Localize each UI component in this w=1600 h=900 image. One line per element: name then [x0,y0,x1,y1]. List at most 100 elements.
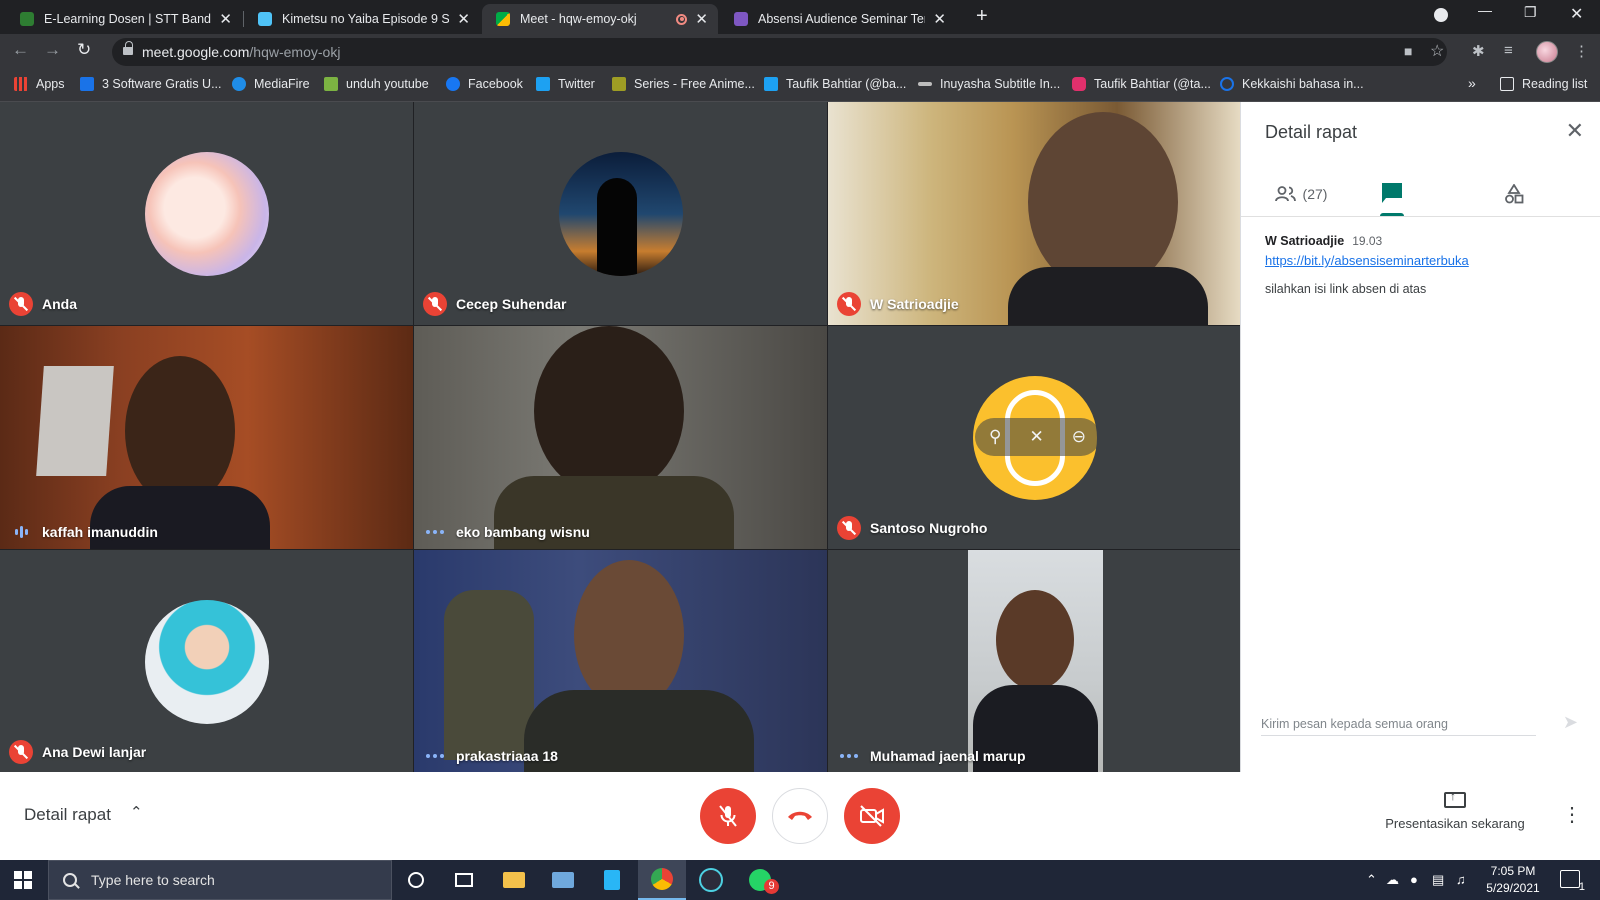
clock-time: 7:05 PM [1490,864,1536,878]
network-icon[interactable]: ▤ [1432,872,1444,888]
bookmarks-overflow-button[interactable]: » [1468,75,1476,91]
task-view-icon[interactable] [440,860,488,900]
bookmark-item[interactable]: Kekkaishi bahasa in... [1220,77,1364,91]
windows-start-icon[interactable] [14,871,32,889]
bookmark-star-icon[interactable]: ☆ [1430,41,1444,61]
bookmark-item[interactable]: Taufik Bahtiar (@ba... [764,77,906,91]
minimize-icon[interactable]: — [1478,2,1492,18]
chevron-up-icon[interactable]: ⌃ [130,803,143,821]
bookmark-item[interactable]: Series - Free Anime... [612,77,755,91]
reload-icon[interactable]: ↻ [77,40,91,60]
address-bar[interactable]: meet.google.com/hqw-emoy-okj ■ ☆ [112,38,1447,66]
leave-call-button[interactable] [772,788,828,844]
remote-desktop-icon[interactable] [539,860,587,900]
send-icon[interactable]: ➤ [1563,712,1578,733]
participant-nameplate: Ana Dewi lanjar [9,740,146,764]
tab-people[interactable]: (27) [1251,172,1351,216]
participant-tile[interactable]: eko bambang wisnu [414,326,827,549]
bookmark-item[interactable]: Inuyasha Subtitle In... [918,77,1060,91]
tab-kimetsu[interactable]: Kimetsu no Yaiba Episode 9 Subtit ✕ [244,4,480,34]
media-control-icon[interactable]: ≡ [1504,42,1513,59]
tab-absensi[interactable]: Absensi Audience Seminar Terbuka ✕ [720,4,956,34]
search-icon [63,873,77,887]
nox-player-icon[interactable] [687,860,735,900]
cortana-icon[interactable] [392,860,440,900]
bookmark-item[interactable]: Taufik Bahtiar (@ta... [1072,77,1211,91]
browser-toolbar: ← → ↻ meet.google.com/hqw-emoy-okj ■ ☆ ✱… [0,34,1600,70]
bookmark-item[interactable]: Facebook [446,77,523,91]
menu-icon[interactable]: ⋮ [1574,42,1589,60]
onedrive-cloud-icon[interactable]: ☁ [1386,872,1399,888]
chat-message-link[interactable]: https://bit.ly/absensiseminarterbuka [1265,253,1469,268]
taskbar-search-box[interactable]: Type here to search [48,860,392,900]
pin-icon[interactable]: ⚲ [989,427,1001,447]
tab-meet[interactable]: Meet - hqw-emoy-okj ✕ [482,4,718,34]
back-icon[interactable]: ← [12,40,29,60]
chrome-icon[interactable] [638,860,686,900]
bookmark-apps[interactable]: Apps [14,77,65,91]
bookmark-item[interactable]: Twitter [536,77,595,91]
more-options-icon[interactable] [837,754,861,758]
participant-tile[interactable]: W Satrioadjie [828,102,1241,325]
reading-list-button[interactable]: Reading list [1500,77,1587,91]
close-panel-icon[interactable]: ✕ [1566,118,1584,144]
url-text[interactable]: meet.google.com/hqw-emoy-okj [142,44,340,60]
video-person-body [524,690,754,773]
participant-tile[interactable]: ⚲ ✕ ⊖ Santoso Nugroho [828,326,1241,549]
camera-in-use-icon[interactable]: ■ [1404,43,1412,59]
participant-nameplate: Santoso Nugroho [837,516,987,540]
clock-date: 5/29/2021 [1486,881,1540,895]
camera-toggle-button[interactable] [844,788,900,844]
more-options-icon[interactable] [423,754,447,758]
tab-search-icon[interactable] [1434,8,1448,22]
tab-elearning[interactable]: E-Learning Dosen | STT Bandung ✕ [6,4,242,34]
new-tab-button[interactable]: + [976,5,988,28]
facebook-icon [446,77,460,91]
notes-app-icon[interactable] [588,860,636,900]
more-options-icon[interactable] [423,530,447,534]
remove-participant-icon[interactable]: ⊖ [1072,427,1086,447]
forward-icon[interactable]: → [44,40,61,60]
extensions-icon[interactable]: ✱ [1472,42,1485,60]
close-tab-icon[interactable]: ✕ [219,10,232,28]
system-clock[interactable]: 7:05 PM 5/29/2021 [1478,863,1548,897]
present-now-button[interactable]: Presentasikan sekarang [1380,789,1530,831]
tab-chat[interactable] [1369,172,1415,216]
video-person [534,326,684,496]
panel-title: Detail rapat [1265,122,1358,142]
tile-hover-controls: ⚲ ✕ ⊖ [975,418,1100,456]
tab-activities[interactable] [1491,172,1537,216]
participant-tile[interactable]: kaffah imanuddin [0,326,413,549]
mic-off-icon [423,292,447,316]
restore-icon[interactable]: ❐ [1524,4,1537,21]
volume-icon[interactable]: ♫ [1456,872,1466,887]
participant-tile[interactable]: Ana Dewi lanjar [0,550,413,773]
close-window-icon[interactable]: ✕ [1570,4,1583,24]
close-tab-icon[interactable]: ✕ [457,10,470,28]
bookmark-item[interactable]: MediaFire [232,77,310,91]
file-explorer-icon[interactable] [490,860,538,900]
bookmark-item[interactable]: unduh youtube [324,77,429,91]
avatar [558,151,683,276]
chat-input[interactable]: Kirim pesan kepada semua orang [1261,710,1536,736]
mute-participant-icon[interactable]: ✕ [1029,427,1043,447]
avatar [144,599,269,724]
close-tab-icon[interactable]: ✕ [695,10,708,28]
participant-tile[interactable]: prakastriaaa 18 [414,550,827,773]
more-options-icon[interactable]: ⋮ [1562,802,1582,827]
search-placeholder: Type here to search [91,872,215,888]
whatsapp-icon[interactable]: 9 [736,860,784,900]
chevron-up-icon[interactable]: ⌃ [1366,872,1377,888]
mic-off-icon [837,516,861,540]
chat-sender: W Satrioadjie [1265,234,1345,248]
meeting-details-button[interactable]: Detail rapat [24,805,111,825]
bookmark-item[interactable]: 3 Software Gratis U... [80,77,221,91]
close-tab-icon[interactable]: ✕ [933,10,946,28]
participant-tile[interactable]: Anda [0,102,413,325]
microphone-toggle-button[interactable] [700,788,756,844]
microphone-icon[interactable]: ● [1410,872,1418,887]
action-center-icon[interactable]: 1 [1560,870,1585,893]
participant-tile[interactable]: Muhamad jaenal marup [828,550,1241,773]
profile-avatar[interactable] [1536,41,1558,63]
participant-tile[interactable]: Cecep Suhendar [414,102,827,325]
